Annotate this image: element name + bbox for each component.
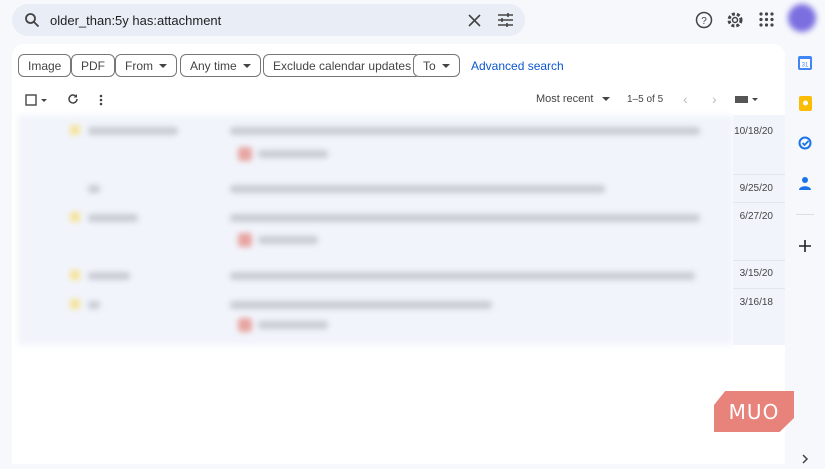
email-date: 3/15/20 — [739, 268, 773, 279]
side-divider — [796, 214, 814, 215]
dropdown-caret-icon — [159, 63, 167, 68]
input-tools-keyboard-icon[interactable] — [735, 96, 759, 104]
filter-any-time[interactable]: Any time — [180, 54, 261, 77]
dropdown-caret-icon — [602, 97, 611, 101]
advanced-search-link[interactable]: Advanced search — [471, 59, 564, 73]
email-list-blurred — [18, 115, 733, 345]
clear-search-icon[interactable] — [468, 13, 481, 27]
email-date: 3/16/18 — [739, 297, 773, 308]
sort-label: Most recent — [536, 93, 594, 105]
pagination-label: 1–5 of 5 — [627, 94, 664, 105]
chip-label: Exclude calendar updates — [273, 58, 412, 73]
filter-exclude-calendar[interactable]: Exclude calendar updates — [263, 54, 422, 77]
account-avatar[interactable] — [788, 4, 816, 32]
watermark-text: MUO — [728, 399, 780, 424]
email-date: 9/25/20 — [739, 183, 773, 194]
chip-label: Image — [28, 58, 62, 73]
chip-label: Any time — [190, 58, 237, 73]
chip-label: To — [423, 58, 436, 73]
settings-gear-icon[interactable] — [726, 11, 744, 29]
date-column: 10/18/20 9/25/20 6/27/20 3/15/20 3/16/18 — [733, 115, 785, 345]
add-addon-icon[interactable] — [795, 236, 815, 256]
expand-side-panel-icon[interactable] — [795, 449, 815, 469]
apps-grid-icon[interactable] — [759, 12, 774, 27]
filter-image[interactable]: Image — [18, 54, 72, 77]
filter-pdf[interactable]: PDF — [71, 54, 115, 77]
calendar-icon[interactable]: 31 — [795, 53, 815, 73]
chip-label: From — [125, 58, 153, 73]
email-date: 10/18/20 — [734, 126, 773, 137]
svg-text:?: ? — [701, 16, 707, 27]
filter-to[interactable]: To — [413, 54, 460, 77]
chip-label: PDF — [81, 58, 105, 73]
muo-watermark-logo: MUO — [714, 391, 794, 432]
search-options-icon[interactable] — [498, 13, 513, 27]
search-input[interactable]: older_than:5y has:attachment — [50, 13, 221, 28]
dropdown-caret-icon — [441, 63, 450, 68]
svg-text:31: 31 — [802, 63, 809, 69]
sort-dropdown[interactable]: Most recent — [536, 93, 611, 105]
contacts-icon[interactable] — [795, 173, 815, 193]
search-icon[interactable] — [24, 12, 40, 28]
select-all-checkbox[interactable] — [25, 94, 47, 106]
help-icon[interactable]: ? — [695, 11, 713, 29]
more-options-icon[interactable] — [99, 94, 103, 106]
filter-from[interactable]: From — [115, 54, 177, 77]
tasks-icon[interactable] — [795, 133, 815, 153]
prev-page-icon[interactable]: ‹ — [683, 91, 688, 107]
dropdown-caret-icon — [242, 63, 251, 68]
next-page-icon[interactable]: › — [712, 91, 717, 107]
refresh-icon[interactable] — [67, 93, 79, 105]
email-date: 6/27/20 — [739, 211, 773, 222]
search-bar[interactable]: older_than:5y has:attachment — [12, 4, 525, 36]
keep-icon[interactable] — [795, 93, 815, 113]
